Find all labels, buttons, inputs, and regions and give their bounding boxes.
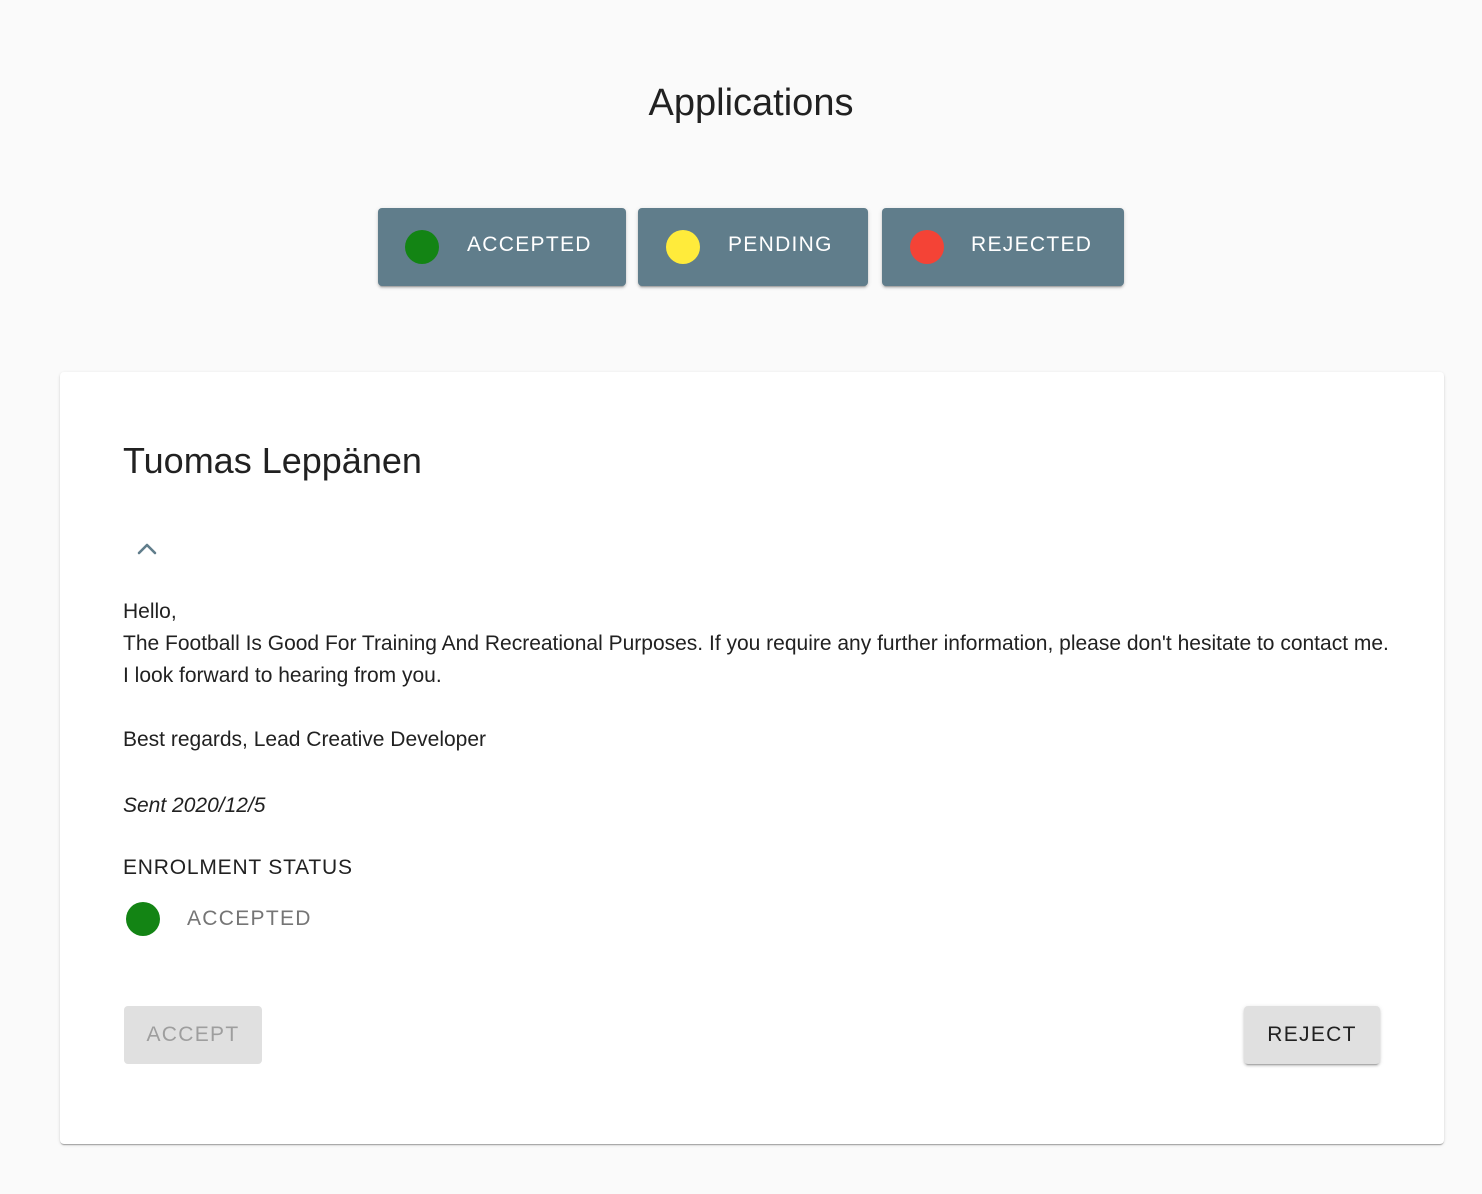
- yellow-status-dot-icon: [666, 230, 700, 264]
- reject-button[interactable]: REJECT: [1244, 1006, 1380, 1064]
- filter-rejected-button[interactable]: REJECTED: [882, 208, 1124, 286]
- filter-rejected-label: REJECTED: [971, 233, 1093, 256]
- chevron-up-icon: [137, 543, 157, 555]
- applicant-name: Tuomas Leppänen: [123, 440, 422, 481]
- application-card: Tuomas Leppänen Hello, The Football Is G…: [60, 372, 1444, 1144]
- filter-pending-button[interactable]: PENDING: [638, 208, 868, 286]
- status-label: ACCEPTED: [187, 907, 312, 930]
- filter-accepted-button[interactable]: ACCEPTED: [378, 208, 626, 286]
- enrolment-status-heading: ENROLMENT STATUS: [123, 856, 353, 879]
- message-signoff: Best regards, Lead Creative Developer: [123, 728, 487, 751]
- application-message: Hello, The Football Is Good For Training…: [123, 596, 1393, 756]
- sent-date: Sent 2020/12/5: [123, 794, 266, 817]
- filter-pending-label: PENDING: [728, 233, 833, 256]
- accept-button[interactable]: ACCEPT: [124, 1006, 262, 1064]
- message-body: The Football Is Good For Training And Re…: [123, 632, 1389, 687]
- red-status-dot-icon: [910, 230, 944, 264]
- collapse-toggle-button[interactable]: [126, 528, 168, 570]
- filter-accepted-label: ACCEPTED: [467, 233, 592, 256]
- page-title: Applications: [648, 82, 854, 124]
- green-status-dot-icon: [126, 902, 160, 936]
- green-status-dot-icon: [405, 230, 439, 264]
- message-greeting: Hello,: [123, 600, 177, 623]
